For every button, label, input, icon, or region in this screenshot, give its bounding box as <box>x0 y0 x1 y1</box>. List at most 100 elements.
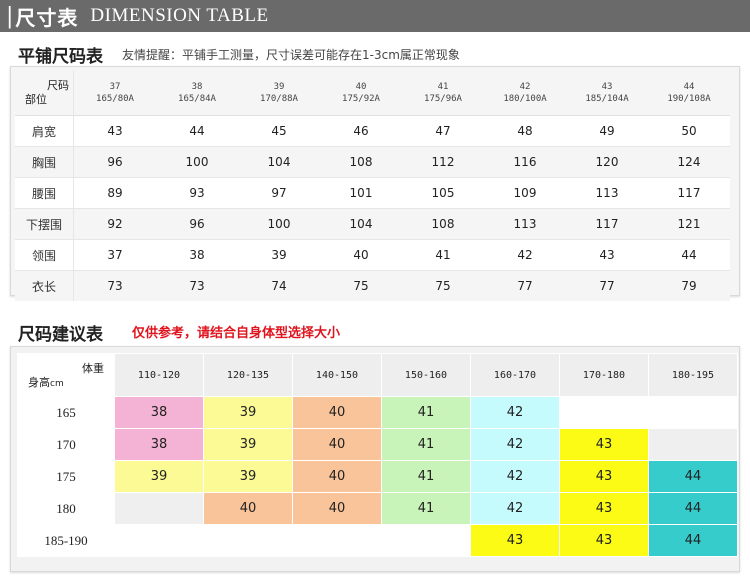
suggested-size-cell: 41 <box>381 492 471 525</box>
height-row: 170 38 39 40 41 42 43 <box>17 428 738 461</box>
height-row: 180 40 40 41 42 43 44 <box>17 492 738 525</box>
size-header-42: 42 180/100A <box>484 71 566 116</box>
flat-size-corner: 尺码 部位 <box>15 71 74 116</box>
suggested-size-cell: 42 <box>470 396 560 429</box>
suggested-size-cell: 43 <box>559 524 649 557</box>
banner-title-en: DIMENSION TABLE <box>90 5 269 26</box>
measurement-value: 77 <box>566 270 648 301</box>
empty-cell <box>648 428 738 461</box>
suggested-size-cell: 41 <box>381 460 471 493</box>
size-number: 43 <box>601 82 613 92</box>
measurement-value: 48 <box>484 115 566 147</box>
height-label: 175 <box>17 460 115 493</box>
suggested-size-cell: 40 <box>203 492 293 525</box>
size-header-37: 37 165/80A <box>73 71 156 116</box>
measurement-value: 100 <box>238 208 320 240</box>
suggested-size-cell: 43 <box>559 428 649 461</box>
measurement-value: 39 <box>238 239 320 271</box>
weight-header: 120-135 <box>203 353 293 397</box>
empty-cell <box>203 524 293 557</box>
size-suggest-title: 尺码建议表 <box>18 325 103 345</box>
size-suggest-corner: 体重 身高cm <box>17 353 115 397</box>
measurement-value: 43 <box>566 239 648 271</box>
weight-header: 160-170 <box>470 353 560 397</box>
measurement-value: 96 <box>73 146 156 178</box>
measurement-label: 胸围 <box>15 146 74 178</box>
size-header-38: 38 165/84A <box>156 71 238 116</box>
empty-cell <box>292 524 382 557</box>
flat-size-title: 平铺尺码表 <box>18 47 103 67</box>
size-header-43: 43 185/104A <box>566 71 648 116</box>
suggested-size-cell: 39 <box>203 396 293 429</box>
measurement-row: 腰围 89 93 97 101 105 109 113 117 <box>15 177 730 209</box>
measurement-value: 97 <box>238 177 320 209</box>
measurement-value: 108 <box>402 208 484 240</box>
weight-header: 180-195 <box>648 353 738 397</box>
suggested-size-cell: 43 <box>559 460 649 493</box>
measurement-value: 120 <box>566 146 648 178</box>
size-header-39: 39 170/88A <box>238 71 320 116</box>
measurement-value: 49 <box>566 115 648 147</box>
height-row: 175 39 39 40 41 42 43 44 <box>17 460 738 493</box>
size-spec: 165/84A <box>178 94 216 104</box>
measurement-value: 73 <box>73 270 156 301</box>
measurement-value: 117 <box>566 208 648 240</box>
flat-size-header-row: 尺码 部位 37 165/80A 38 165/84A 39 170/88A 40 175/9… <box>15 71 730 116</box>
size-spec: 175/96A <box>424 94 462 104</box>
measurement-label: 下摆围 <box>15 208 74 240</box>
empty-cell <box>559 396 649 429</box>
size-number: 42 <box>519 82 531 92</box>
weight-header: 140-150 <box>292 353 382 397</box>
empty-cell <box>381 524 471 557</box>
size-number: 40 <box>355 82 367 92</box>
height-label: 170 <box>17 428 115 461</box>
measurement-value: 43 <box>73 115 156 147</box>
measurement-row: 胸围 96 100 104 108 112 116 120 124 <box>15 146 730 178</box>
size-number: 41 <box>437 82 449 92</box>
size-header-41: 41 175/96A <box>402 71 484 116</box>
size-number: 38 <box>191 82 203 92</box>
size-suggest-table: 体重 身高cm 110-120 120-135 140-150 150-160 160-… <box>17 353 738 557</box>
suggested-size-cell: 40 <box>292 492 382 525</box>
measurement-value: 38 <box>156 239 238 271</box>
measurement-value: 112 <box>402 146 484 178</box>
measurement-value: 93 <box>156 177 238 209</box>
suggested-size-cell: 38 <box>114 428 204 461</box>
size-spec: 175/92A <box>342 94 380 104</box>
measurement-value: 101 <box>320 177 402 209</box>
suggested-size-cell: 44 <box>648 492 738 525</box>
measurement-value: 73 <box>156 270 238 301</box>
measurement-value: 44 <box>648 239 730 271</box>
measurement-row: 肩宽 43 44 45 46 47 48 49 50 <box>15 115 730 147</box>
suggested-size-cell: 44 <box>648 460 738 493</box>
suggested-size-cell: 41 <box>381 428 471 461</box>
measurement-value: 77 <box>484 270 566 301</box>
measurement-value: 45 <box>238 115 320 147</box>
measurement-value: 124 <box>648 146 730 178</box>
flat-size-panel: 尺码 部位 37 165/80A 38 165/84A 39 170/88A 40 175/9… <box>10 66 740 301</box>
height-label: 180 <box>17 492 115 525</box>
measurement-label: 衣长 <box>15 270 74 301</box>
size-number: 44 <box>683 82 695 92</box>
measurement-value: 75 <box>402 270 484 301</box>
measurement-value: 108 <box>320 146 402 178</box>
measurement-value: 41 <box>402 239 484 271</box>
measurement-value: 47 <box>402 115 484 147</box>
measurement-value: 79 <box>648 270 730 301</box>
size-suggest-panel: 体重 身高cm 110-120 120-135 140-150 150-160 160-… <box>10 346 740 572</box>
suggested-size-cell: 39 <box>203 428 293 461</box>
empty-cell <box>114 524 204 557</box>
size-header-40: 40 175/92A <box>320 71 402 116</box>
measurement-value: 75 <box>320 270 402 301</box>
measurement-value: 105 <box>402 177 484 209</box>
flat-size-table: 尺码 部位 37 165/80A 38 165/84A 39 170/88A 40 175/9… <box>15 71 730 301</box>
measurement-value: 50 <box>648 115 730 147</box>
measurement-value: 116 <box>484 146 566 178</box>
suggested-size-cell: 38 <box>114 396 204 429</box>
measurement-value: 46 <box>320 115 402 147</box>
measurement-value: 89 <box>73 177 156 209</box>
suggested-size-cell: 40 <box>292 428 382 461</box>
banner-title-cn: 尺寸表 <box>15 5 79 30</box>
measurement-value: 92 <box>73 208 156 240</box>
weight-header: 170-180 <box>559 353 649 397</box>
